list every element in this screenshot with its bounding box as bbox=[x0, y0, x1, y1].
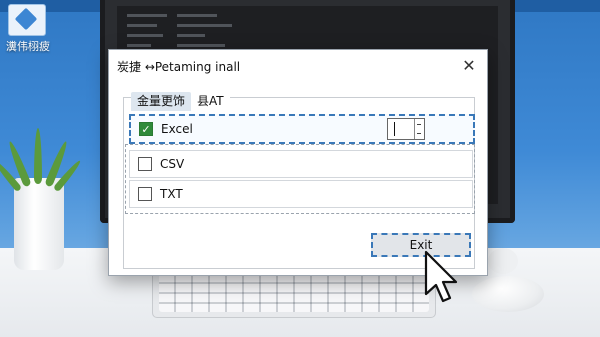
plant-pot bbox=[14, 178, 64, 270]
tab-at[interactable]: 县AT bbox=[191, 92, 230, 111]
option-label: TXT bbox=[160, 187, 183, 201]
screen-line bbox=[177, 44, 225, 47]
dialog-title: 炭捷 ↔Petaming inall bbox=[117, 60, 241, 74]
txt-checkbox[interactable] bbox=[138, 187, 152, 201]
desktop-icon-label: 瀵伟栩疲 bbox=[6, 40, 50, 53]
quantity-stepper[interactable] bbox=[387, 118, 425, 140]
desktop-app-icon bbox=[8, 4, 46, 36]
screen-line bbox=[177, 24, 232, 27]
close-button[interactable]: ✕ bbox=[457, 54, 481, 76]
close-icon: ✕ bbox=[462, 55, 476, 75]
option-row-excel[interactable]: ✓ Excel bbox=[129, 114, 475, 144]
plant-leaf bbox=[34, 128, 42, 184]
tab-strip: 金量更饰 县AT bbox=[131, 92, 230, 111]
screen-line bbox=[127, 44, 151, 47]
screen-line bbox=[177, 14, 217, 17]
screen-line bbox=[127, 14, 167, 17]
dialog-titlebar: 炭捷 ↔Petaming inall ✕ bbox=[109, 50, 487, 81]
text-caret bbox=[394, 122, 395, 136]
computer-mouse bbox=[472, 276, 544, 312]
checkmark-icon: ✓ bbox=[141, 122, 151, 136]
screen-line bbox=[127, 24, 157, 27]
option-label: Excel bbox=[161, 122, 193, 136]
export-dialog: 炭捷 ↔Petaming inall ✕ 金量更饰 县AT ✓ Excel CS… bbox=[108, 49, 488, 276]
option-row-txt[interactable]: TXT bbox=[129, 180, 473, 208]
option-row-csv[interactable]: CSV bbox=[129, 150, 473, 178]
mouse-shadow bbox=[488, 248, 518, 274]
desktop-app-shortcut[interactable]: 瀵伟栩疲 bbox=[0, 0, 56, 60]
csv-checkbox[interactable] bbox=[138, 157, 152, 171]
excel-checkbox[interactable]: ✓ bbox=[139, 122, 153, 136]
keyboard-keys bbox=[159, 274, 429, 312]
spinner-arrows-icon[interactable] bbox=[414, 119, 424, 139]
screen-line bbox=[127, 34, 163, 37]
screen-line bbox=[177, 34, 205, 37]
mouse-pointer-icon bbox=[424, 250, 458, 303]
option-label: CSV bbox=[160, 157, 185, 171]
tab-format[interactable]: 金量更饰 bbox=[131, 92, 192, 111]
